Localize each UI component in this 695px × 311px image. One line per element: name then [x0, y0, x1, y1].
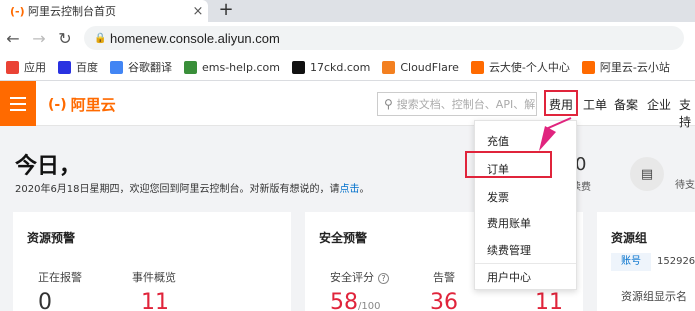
bookmark-label: 应用 [24, 61, 46, 74]
console-header: (-) 阿里云 ⚲ 搜索文档、控制台、API、解决 费用 工单 备案 企业 支持 [0, 81, 695, 129]
bookmark-item[interactable]: 百度 [58, 59, 98, 75]
feedback-link[interactable]: 点击 [340, 184, 360, 195]
tab-title: 阿里云控制台首页 [28, 5, 116, 18]
help-icon[interactable]: ? [378, 273, 389, 284]
reload-icon[interactable]: ↻ [52, 29, 78, 48]
bookmark-label: 百度 [76, 61, 98, 74]
card-title: 资源组 [611, 231, 648, 245]
bookmark-item[interactable]: 应用 [6, 59, 46, 75]
bookmark-label: 17ckd.com [309, 60, 371, 74]
score-label-text: 安全评分 [330, 271, 374, 284]
google-translate-icon [110, 60, 123, 74]
menu-item-recharge[interactable]: 充值 [487, 133, 509, 149]
tab-strip: (-) 阿里云控制台首页 × + [0, 0, 695, 22]
aliyun-logo-icon [581, 60, 595, 74]
bookmark-label: CloudFlare [400, 60, 459, 74]
new-tab-icon[interactable]: + [216, 0, 236, 22]
billing-highlight-box [544, 90, 578, 116]
bookmark-label: 谷歌翻译 [128, 61, 172, 74]
aliyun-logo-icon [470, 60, 484, 74]
close-icon[interactable]: × [188, 4, 208, 19]
baidu-paw-icon [58, 60, 71, 74]
ems-icon [184, 60, 197, 74]
menu-item-invoice[interactable]: 发票 [487, 189, 509, 205]
resource-warning-card: 资源预警 正在报警 事件概览 0 11 [13, 212, 291, 311]
menu-item-bills[interactable]: 费用账单 [487, 215, 531, 231]
security-score-label: 安全评分? [330, 269, 389, 285]
event-value[interactable]: 11 [141, 290, 169, 311]
search-input[interactable]: ⚲ 搜索文档、控制台、API、解决 [377, 92, 537, 116]
alarm-label: 正在报警 [38, 271, 82, 284]
event-label: 事件概览 [132, 271, 176, 284]
address-bar: ← → ↻ 🔒 homenew.console.aliyun.com [0, 22, 695, 54]
alert-label: 告警 [433, 271, 455, 284]
search-icon: ⚲ [384, 97, 393, 111]
browser-tab[interactable]: (-) 阿里云控制台首页 × [0, 0, 208, 22]
menu-item-user-center[interactable]: 用户中心 [487, 269, 531, 285]
menu-icon[interactable] [0, 81, 36, 126]
cloudflare-icon [382, 60, 396, 74]
bookmark-label: 阿里云-云小站 [599, 61, 670, 74]
pointer-arrow-icon [539, 117, 572, 151]
menu-divider [475, 263, 576, 264]
bookmark-item[interactable]: 阿里云-云小站 [581, 59, 670, 75]
logo-text: 阿里云 [70, 96, 116, 114]
bookmark-label: ems-help.com [202, 60, 280, 74]
welcome-text: 2020年6月18日星期四，欢迎您回到阿里云控制台。对新版有想说的，请点击。 [15, 180, 370, 195]
security-score[interactable]: 58/100 [330, 290, 380, 311]
score-suffix: /100 [358, 301, 381, 311]
card-title: 安全预警 [319, 231, 368, 245]
pending-label: 待支 [675, 180, 695, 191]
bookmarks-bar: 应用 百度 谷歌翻译 ems-help.com 17ckd.com CloudFlare 云… [0, 54, 695, 81]
alert-value[interactable]: 36 [430, 290, 458, 311]
forward-arrow-icon[interactable]: → [26, 29, 52, 48]
bookmark-item[interactable]: CloudFlare [382, 60, 459, 74]
aliyun-favicon-icon: (-) [10, 4, 25, 18]
bookmark-item[interactable]: 云大使-个人中心 [470, 59, 570, 75]
page-title: 今日， [15, 154, 82, 179]
nav-enterprise[interactable]: 企业 [647, 96, 671, 113]
17-logo-icon [291, 60, 305, 74]
menu-item-renewal[interactable]: 续费管理 [487, 242, 531, 258]
nav-tickets[interactable]: 工单 [583, 96, 607, 113]
card-title: 资源预警 [27, 231, 76, 245]
bookmark-label: 云大使-个人中心 [488, 61, 570, 74]
search-placeholder: 搜索文档、控制台、API、解决 [396, 98, 536, 111]
bookmark-item[interactable]: 谷歌翻译 [110, 59, 172, 75]
bookmark-item[interactable]: 17ckd.com [291, 60, 371, 74]
account-id: 152926 [657, 256, 695, 267]
lock-icon: 🔒 [94, 32, 107, 44]
back-arrow-icon[interactable]: ← [0, 29, 26, 48]
welcome-suffix: 。 [359, 184, 370, 195]
nav-icp[interactable]: 备案 [614, 96, 638, 113]
account-tag: 账号 [611, 253, 651, 271]
welcome-prefix: 2020年6月18日星期四，欢迎您回到阿里云控制台。对新版有想说的，请 [15, 184, 340, 195]
apps-grid-icon [6, 60, 19, 74]
url-text: homenew.console.aliyun.com [110, 30, 280, 46]
alarm-value[interactable]: 0 [38, 290, 52, 311]
nav-support[interactable]: 支持 [679, 96, 695, 130]
document-icon[interactable]: ▤ [630, 157, 664, 191]
group-name-label: 资源组显示名 [621, 290, 687, 303]
score-value: 58 [330, 290, 358, 311]
aliyun-logo[interactable]: (-) 阿里云 [48, 94, 116, 115]
url-field[interactable]: 🔒 homenew.console.aliyun.com [84, 26, 684, 50]
threat-value[interactable]: 11 [535, 290, 563, 311]
resource-group-card: 资源组 账号 152926 资源组显示名 [597, 212, 695, 311]
aliyun-logo-icon: (-) [48, 96, 67, 113]
bookmark-item[interactable]: ems-help.com [184, 60, 280, 74]
